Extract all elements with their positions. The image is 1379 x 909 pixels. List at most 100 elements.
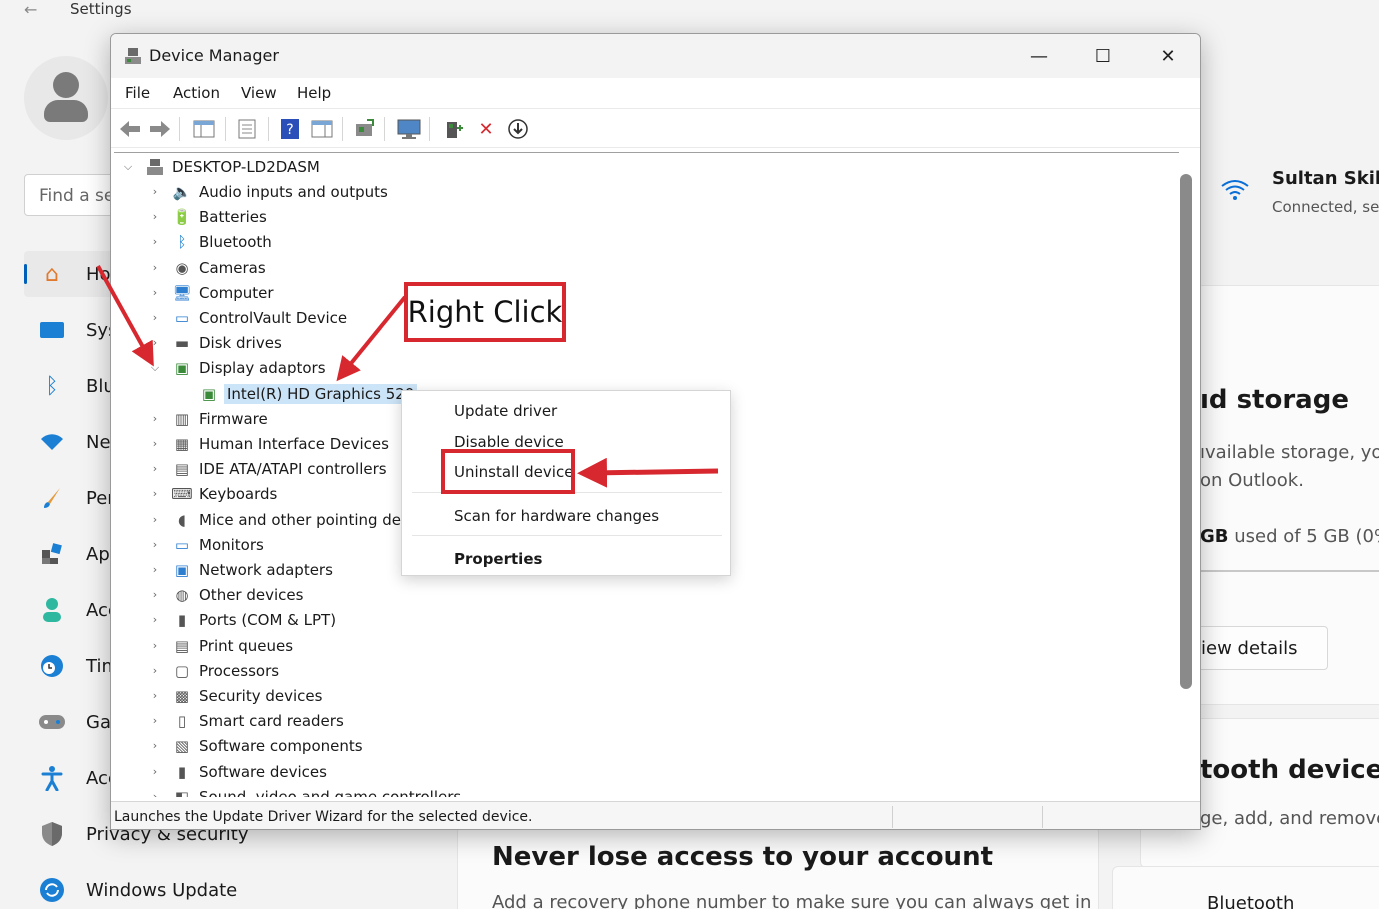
tree-category-label: Batteries [199, 207, 267, 226]
tree-category-label: Cameras [199, 258, 266, 277]
maximize-button[interactable]: ☐ [1071, 34, 1135, 78]
system-icon [38, 316, 66, 344]
chevron-right-icon[interactable]: › [147, 790, 163, 797]
tree-category-row[interactable]: › ▮ Ports (COM & LPT) [147, 607, 336, 632]
scan-hardware-icon[interactable] [396, 116, 422, 142]
tree-category-row[interactable]: › ▩ Security devices [147, 683, 323, 708]
monitor-icon: ▭ [174, 535, 190, 554]
properties-icon[interactable] [234, 116, 260, 142]
menu-help[interactable]: Help [297, 84, 331, 102]
tree-category-row[interactable]: ⌵ ▣ Display adaptors [147, 355, 326, 380]
tree-category-row[interactable]: › ▧ Software components [147, 733, 363, 758]
tree-category-row[interactable]: › ▭ Monitors [147, 532, 264, 557]
tree-category-row[interactable]: › ▣ Network adapters [147, 557, 333, 582]
chevron-right-icon[interactable]: › [147, 689, 163, 702]
wifi-status-panel[interactable]: Sultan Skills Connected, se [1202, 150, 1379, 240]
chevron-right-icon[interactable]: › [147, 639, 163, 652]
tree-category-row[interactable]: › ▥ Firmware [147, 406, 268, 431]
chevron-right-icon[interactable]: › [147, 286, 163, 299]
tree-category-row[interactable]: › ▤ IDE ATA/ATAPI controllers [147, 456, 387, 481]
ide-icon: ▤ [174, 459, 190, 478]
chevron-right-icon[interactable]: › [147, 336, 163, 349]
chevron-right-icon[interactable]: › [147, 462, 163, 475]
tree-category-row[interactable]: › 🔋 Batteries [147, 204, 267, 229]
update-driver-icon[interactable] [352, 116, 378, 142]
back-arrow-icon[interactable] [117, 116, 143, 142]
settings-title: Settings [70, 0, 132, 18]
hid-icon: ▦ [174, 434, 190, 453]
tree-category-row[interactable]: › 🖥 Computer [147, 280, 274, 305]
chevron-right-icon[interactable]: › [147, 311, 163, 324]
device-manager-icon [123, 46, 143, 66]
tree-category-label: Smart card readers [199, 711, 344, 730]
apps-icon [38, 540, 66, 568]
chevron-down-icon[interactable]: ⌵ [147, 361, 163, 375]
chevron-right-icon[interactable]: › [147, 613, 163, 626]
chevron-right-icon[interactable]: › [147, 765, 163, 778]
forward-arrow-icon[interactable] [147, 116, 173, 142]
chevron-right-icon[interactable]: › [147, 563, 163, 576]
menu-item-scan-hardware[interactable]: Scan for hardware changes [454, 507, 659, 525]
tree-root[interactable]: ⌵ DESKTOP-LD2DASM [120, 154, 320, 179]
tree-category-row[interactable]: › ◉ Cameras [147, 255, 266, 280]
chevron-right-icon[interactable]: › [147, 261, 163, 274]
menu-item-properties[interactable]: Properties [454, 550, 542, 568]
help-icon[interactable]: ? [277, 116, 303, 142]
menu-action[interactable]: Action [173, 84, 220, 102]
window-title: Device Manager [149, 46, 279, 65]
download-icon[interactable] [505, 116, 531, 142]
chevron-right-icon[interactable]: › [147, 437, 163, 450]
tree-root-label: DESKTOP-LD2DASM [172, 157, 320, 176]
tree-category-row[interactable]: › 🔈 Audio inputs and outputs [147, 179, 388, 204]
tree-category-row[interactable]: › ᛒ Bluetooth [147, 229, 272, 254]
tree-category-label: Software components [199, 736, 363, 755]
minimize-button[interactable]: — [1007, 34, 1071, 78]
chevron-right-icon[interactable]: › [147, 235, 163, 248]
close-button[interactable]: ✕ [1136, 34, 1200, 78]
view-details-button[interactable]: iew details [1180, 626, 1328, 670]
tree-category-row[interactable]: › ▬ Disk drives [147, 330, 282, 355]
chevron-right-icon[interactable]: › [147, 487, 163, 500]
title-bar[interactable]: Device Manager — ☐ ✕ [111, 34, 1200, 78]
tree-category-row[interactable]: › ▭ ControlVault Device [147, 305, 347, 330]
chevron-right-icon[interactable]: › [147, 538, 163, 551]
scrollbar-thumb[interactable] [1180, 174, 1192, 689]
tree-category-label: Security devices [199, 686, 323, 705]
tree-category-row[interactable]: › ◖ Mice and other pointing de [147, 507, 401, 532]
show-hide-console-tree-icon[interactable] [191, 116, 217, 142]
tree-category-row[interactable]: › ▢ Processors [147, 658, 279, 683]
chevron-right-icon[interactable]: › [147, 588, 163, 601]
add-driver-icon[interactable] [441, 116, 467, 142]
uninstall-icon[interactable]: ✕ [473, 116, 499, 142]
mouse-icon: ◖ [178, 510, 186, 529]
tree-device-label: Intel(R) HD Graphics 520 [224, 383, 418, 404]
menu-view[interactable]: View [241, 84, 277, 102]
tree-category-row[interactable]: › ▯ Smart card readers [147, 708, 344, 733]
account-recovery-title: Never lose access to your account [492, 842, 994, 872]
chevron-right-icon[interactable]: › [147, 739, 163, 752]
menu-item-update-driver[interactable]: Update driver [454, 402, 557, 420]
nav-item-windows-update[interactable]: Windows Update [24, 867, 264, 909]
tree-category-row[interactable]: › ▦ Human Interface Devices [147, 431, 389, 456]
chevron-down-icon[interactable]: ⌵ [120, 160, 136, 174]
chevron-right-icon[interactable]: › [147, 513, 163, 526]
tree-category-row[interactable]: › ◧ Sound, video and game controllers [147, 784, 461, 798]
chevron-right-icon[interactable]: › [147, 714, 163, 727]
chevron-right-icon[interactable]: › [147, 664, 163, 677]
action-pane-icon[interactable] [309, 116, 335, 142]
tree-category-row[interactable]: › ▤ Print queues [147, 633, 293, 658]
tree-device-intel-graphics[interactable]: ▣ Intel(R) HD Graphics 520 [174, 381, 418, 406]
avatar[interactable] [24, 56, 108, 140]
tree-category-row[interactable]: › ▮ Software devices [147, 759, 327, 784]
chevron-right-icon[interactable]: › [147, 185, 163, 198]
tree-category-label: Display adaptors [199, 358, 326, 377]
vertical-scrollbar[interactable] [1179, 152, 1199, 797]
menu-file[interactable]: File [125, 84, 150, 102]
camera-icon: ◉ [175, 258, 189, 277]
chevron-right-icon[interactable]: › [147, 412, 163, 425]
chevron-right-icon[interactable]: › [147, 210, 163, 223]
tree-category-row[interactable]: › ◍ Other devices [147, 582, 304, 607]
back-arrow-icon[interactable]: ← [24, 0, 37, 19]
tree-category-label: Bluetooth [199, 232, 272, 251]
tree-category-row[interactable]: › ⌨ Keyboards [147, 481, 278, 506]
